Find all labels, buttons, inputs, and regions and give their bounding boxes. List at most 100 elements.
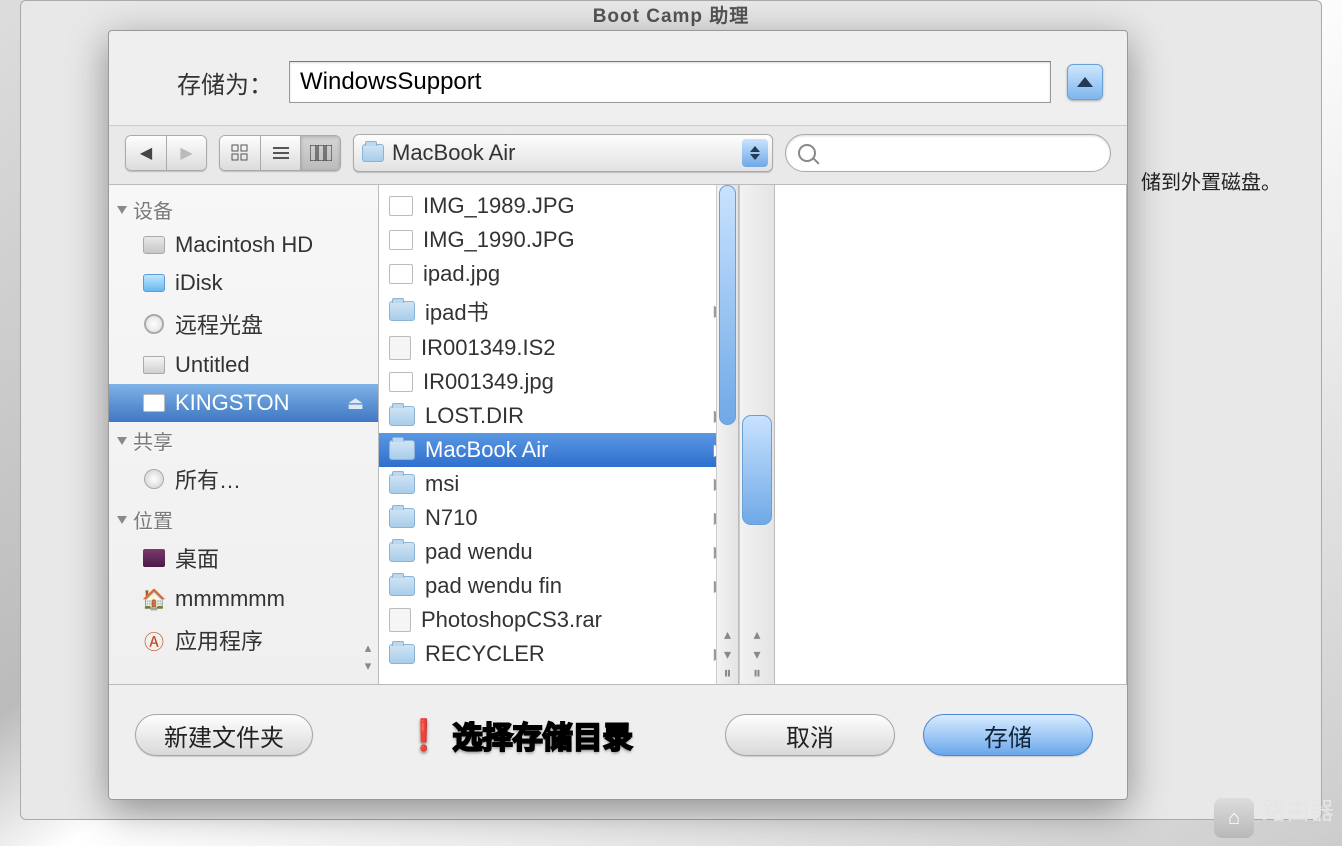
sidebar-item-macintosh-hd[interactable]: Macintosh HD — [109, 226, 378, 264]
applications-icon: Ⓐ — [141, 629, 167, 651]
file-item[interactable]: msi▶ — [379, 467, 738, 501]
document-file-icon — [389, 608, 411, 632]
save-button[interactable]: 存储 — [923, 714, 1093, 756]
stepper-up-icon — [750, 146, 760, 152]
network-icon — [141, 468, 167, 490]
collapse-disclosure-button[interactable] — [1067, 64, 1103, 100]
columns-icon — [310, 145, 332, 161]
sidebar-item-label: 应用程序 — [175, 624, 263, 656]
file-item[interactable]: pad wendu fin▶ — [379, 569, 738, 603]
back-button[interactable]: ◀ — [126, 136, 166, 170]
sidebar-item-mmmmmm[interactable]: 🏠mmmmmm — [109, 580, 378, 618]
path-stepper[interactable] — [742, 139, 768, 167]
disclosure-triangle-icon — [117, 206, 127, 214]
file-item[interactable]: RECYCLER▶ — [379, 637, 738, 671]
file-item-label: LOST.DIR — [425, 403, 524, 429]
sidebar-section-header[interactable]: 设备 — [109, 191, 378, 226]
file-item[interactable]: IMG_1990.JPG — [379, 223, 738, 257]
image-file-icon — [389, 372, 413, 392]
search-icon — [798, 144, 816, 162]
file-item[interactable]: IMG_1989.JPG — [379, 189, 738, 223]
disclosure-triangle-icon — [117, 437, 127, 445]
file-item-label: IR001349.jpg — [423, 369, 554, 395]
path-popup[interactable]: MacBook Air — [353, 134, 773, 172]
file-item[interactable]: LOST.DIR▶ — [379, 399, 738, 433]
sidebar-item-untitled[interactable]: Untitled — [109, 346, 378, 384]
folder-icon — [389, 474, 415, 494]
file-item[interactable]: ipad.jpg — [379, 257, 738, 291]
file-item-label: MacBook Air — [425, 437, 549, 463]
desktop-icon — [141, 547, 167, 569]
view-switcher — [219, 135, 341, 171]
file-item[interactable]: ipad书▶ — [379, 291, 738, 331]
sidebar-item-label: 所有… — [175, 463, 241, 495]
sidebar-scroll-arrows[interactable]: ▴▾ — [358, 640, 378, 680]
file-item[interactable]: IR001349.IS2 — [379, 331, 738, 365]
folder-icon — [389, 301, 415, 321]
browser-column-2: ▴ ▾ ⏸ — [739, 185, 775, 684]
sidebar-item-label: Untitled — [175, 352, 250, 378]
browser-column-3 — [775, 185, 1127, 684]
folder-icon — [389, 406, 415, 426]
sidebar-item-label: Macintosh HD — [175, 232, 313, 258]
watermark-logo-icon: ⌂ — [1214, 798, 1254, 838]
grid-icon — [231, 144, 249, 162]
list-view-button[interactable] — [260, 136, 300, 170]
stepper-down-icon — [750, 154, 760, 160]
sidebar-item--[interactable]: 远程光盘 — [109, 302, 378, 346]
watermark-name: 路由器 — [1262, 800, 1334, 824]
file-item-label: ipad书 — [425, 295, 489, 327]
eject-icon[interactable]: ⏏ — [347, 393, 364, 414]
cancel-button[interactable]: 取消 — [725, 714, 895, 756]
folder-icon — [362, 144, 384, 162]
window-title: Boot Camp 助理 — [21, 1, 1321, 28]
forward-button[interactable]: ▶ — [166, 136, 206, 170]
scroll-up-icon[interactable]: ▴ — [724, 624, 731, 644]
sidebar-item-label: KINGSTON — [175, 390, 290, 416]
save-sheet: 存储为： ◀ ▶ MacBook Air — [108, 30, 1128, 800]
icon-view-button[interactable] — [220, 136, 260, 170]
search-field[interactable] — [785, 134, 1111, 172]
browser-column-1: IMG_1989.JPGIMG_1990.JPGipad.jpgipad书▶IR… — [379, 185, 739, 684]
file-item[interactable]: PhotoshopCS3.rar — [379, 603, 738, 637]
sidebar-item--[interactable]: 所有… — [109, 457, 378, 501]
column-scrollbar[interactable]: ▴ ▾ ⏸ — [716, 185, 738, 684]
list-icon — [272, 145, 290, 161]
scroll-down-icon[interactable]: ▾ — [753, 644, 760, 664]
scroll-up-icon[interactable]: ▴ — [753, 624, 760, 644]
sidebar-section-header[interactable]: 共享 — [109, 422, 378, 457]
sidebar-section-title: 位置 — [133, 505, 173, 534]
column-view-button[interactable] — [300, 136, 340, 170]
sidebar-item-label: 桌面 — [175, 542, 219, 574]
current-path-label: MacBook Air — [392, 140, 516, 166]
background-hint-text: 储到外置磁盘。 — [1141, 166, 1281, 195]
sidebar-section-header[interactable]: 位置 — [109, 501, 378, 536]
file-item[interactable]: IR001349.jpg — [379, 365, 738, 399]
external-drive-icon — [141, 392, 167, 414]
sidebar-item-idisk[interactable]: iDisk — [109, 264, 378, 302]
file-item[interactable]: pad wendu▶ — [379, 535, 738, 569]
disclosure-triangle-icon — [117, 516, 127, 524]
file-item-label: N710 — [425, 505, 478, 531]
file-item-label: IMG_1990.JPG — [423, 227, 575, 253]
filename-input[interactable] — [289, 61, 1051, 103]
sidebar-item-label: iDisk — [175, 270, 223, 296]
new-folder-button[interactable]: 新建文件夹 — [135, 714, 313, 756]
folder-icon — [389, 440, 415, 460]
optical-disc-icon — [141, 313, 167, 335]
idisk-icon — [141, 272, 167, 294]
sidebar-item--[interactable]: Ⓐ 应用程序 — [109, 618, 378, 662]
file-item[interactable]: N710▶ — [379, 501, 738, 535]
file-item-label: IMG_1989.JPG — [423, 193, 575, 219]
folder-icon — [389, 508, 415, 528]
triangle-up-icon — [1077, 77, 1093, 87]
sidebar-item-label: 远程光盘 — [175, 308, 263, 340]
file-item[interactable]: MacBook Air▶ — [379, 433, 738, 467]
scroll-down-icon[interactable]: ▾ — [724, 644, 731, 664]
column-scrollbar[interactable]: ▴ ▾ ⏸ — [739, 185, 774, 684]
sidebar-item--[interactable]: 桌面 — [109, 536, 378, 580]
file-item-label: RECYCLER — [425, 641, 545, 667]
sidebar-item-kingston[interactable]: KINGSTON ⏏ — [109, 384, 378, 422]
annotation-callout: ❗ 选择存储目录 — [405, 713, 632, 757]
scroll-pause-icon: ⏸ — [723, 664, 731, 684]
